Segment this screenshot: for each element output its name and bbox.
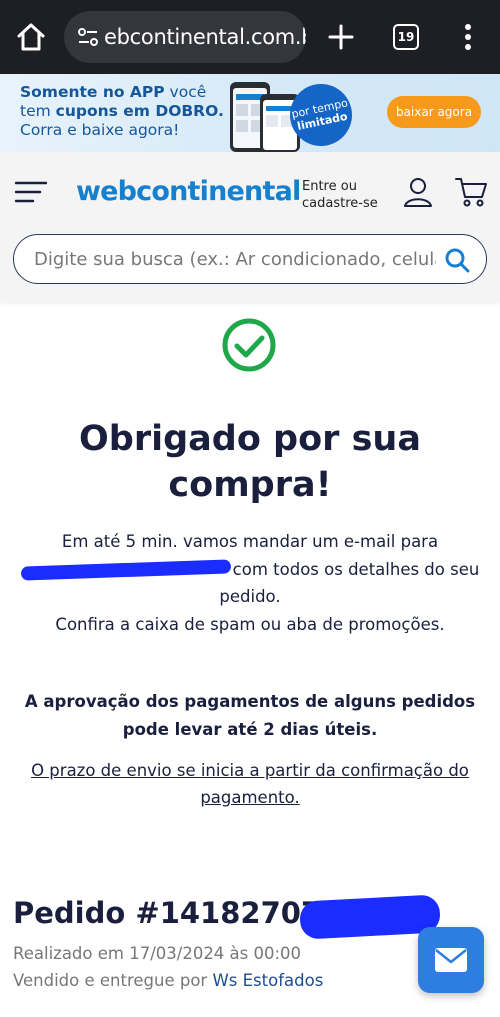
- user-icon[interactable]: [402, 176, 434, 208]
- promo-line1-rest: você: [164, 83, 207, 101]
- browser-toolbar: ebcontinental.com.br 19: [0, 0, 500, 74]
- contact-button[interactable]: [418, 927, 484, 993]
- login-line1: Entre ou: [302, 179, 357, 194]
- thank-you-title: Obrigado por sua compra!: [30, 416, 470, 508]
- download-app-button[interactable]: baixar agora: [387, 96, 481, 128]
- promo-text: Somente no APP você tem cupons em DOBRO.…: [20, 83, 224, 140]
- new-tab-icon[interactable]: [324, 20, 358, 54]
- info-line4: Confira a caixa de spam ou aba de promoç…: [55, 614, 445, 634]
- success-check-icon: [221, 317, 277, 373]
- address-bar[interactable]: ebcontinental.com.br: [64, 11, 306, 63]
- promo-line3: Corra e baixe agora!: [20, 121, 180, 139]
- logo-text: webcontinental: [76, 175, 301, 207]
- seller-name-link[interactable]: Ws Estofados: [212, 971, 323, 990]
- seller-info: Vendido e entregue por Ws Estofados: [13, 971, 323, 990]
- redacted-email: [20, 559, 231, 581]
- order-date: Realizado em 17/03/2024 às 00:00: [13, 944, 302, 963]
- approval-line2: pode levar até 2 dias úteis.: [122, 720, 378, 739]
- site-logo[interactable]: webcontinental: [76, 170, 301, 212]
- title-line1: Obrigado por sua: [79, 419, 421, 459]
- promo-line2-bold: cupons em DOBRO.: [55, 102, 224, 120]
- cart-icon[interactable]: [454, 176, 488, 208]
- email-info-text: Em até 5 min. vamos mandar um e-mail par…: [14, 528, 486, 638]
- search-icon[interactable]: [444, 247, 470, 273]
- payment-approval-notice: A aprovação dos pagamentos de alguns ped…: [20, 688, 480, 744]
- url-text: ebcontinental.com.br: [104, 25, 306, 49]
- title-line2: compra!: [168, 465, 332, 505]
- tabs-count-button[interactable]: 19: [393, 24, 419, 50]
- search-box: [13, 234, 487, 284]
- login-line2: cadastre-se: [302, 196, 378, 211]
- envelope-icon: [435, 948, 467, 972]
- menu-icon[interactable]: [14, 180, 48, 204]
- app-promo-banner[interactable]: Somente no APP você tem cupons em DOBRO.…: [0, 74, 500, 152]
- order-number: Pedido #14182707: [13, 896, 322, 930]
- seller-prefix: Vendido e entregue por: [13, 971, 213, 990]
- home-icon[interactable]: [14, 20, 48, 54]
- approval-line1: A aprovação dos pagamentos de alguns ped…: [24, 692, 476, 711]
- site-header: webcontinental Entre ou cadastre-se: [0, 152, 500, 302]
- info-line1: Em até 5 min. vamos mandar um e-mail par…: [61, 532, 439, 551]
- promo-line2-pre: tem: [20, 102, 56, 120]
- info-line2: com todos os detalhes do seu: [232, 559, 480, 579]
- shipping-timing-link[interactable]: O prazo de envio se inicia a partir da c…: [20, 757, 480, 811]
- info-line3: pedido.: [219, 587, 281, 606]
- more-vert-icon[interactable]: [456, 22, 480, 52]
- login-link[interactable]: Entre ou cadastre-se: [302, 178, 378, 212]
- site-settings-icon[interactable]: [76, 25, 100, 49]
- search-input[interactable]: [34, 248, 436, 270]
- promo-line1-bold: Somente no APP: [20, 83, 165, 101]
